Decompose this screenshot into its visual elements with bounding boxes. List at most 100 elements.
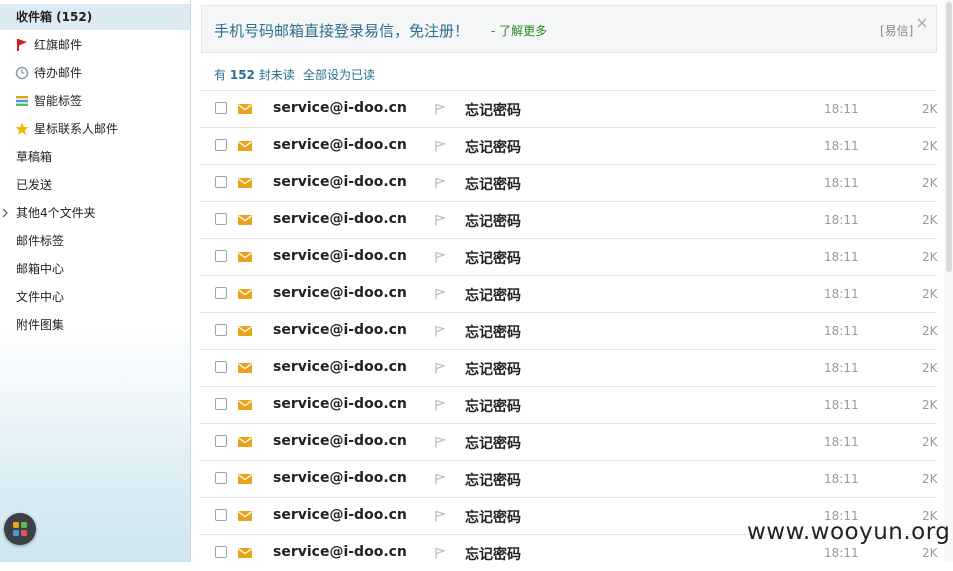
sidebar-item-todo[interactable]: 待办邮件: [0, 60, 190, 86]
email-row[interactable]: service@i-doo.cn 忘记密码 18:11 2K: [200, 423, 938, 460]
email-time: 18:11: [824, 472, 859, 486]
sidebar-item-sent[interactable]: 已发送: [0, 172, 190, 198]
sidebar-item-file-center[interactable]: 文件中心: [0, 284, 190, 310]
flag-outline-icon[interactable]: [434, 399, 446, 411]
scrollbar-thumb[interactable]: [946, 2, 952, 272]
email-subject: 忘记密码: [465, 288, 521, 304]
email-row[interactable]: service@i-doo.cn 忘记密码 18:11 2K: [200, 127, 938, 164]
email-time: 18:11: [824, 435, 859, 449]
email-time: 18:11: [824, 398, 859, 412]
email-size: 2K: [922, 435, 938, 449]
summary-prefix: 有: [214, 68, 227, 82]
email-row[interactable]: service@i-doo.cn 忘记密码 18:11 2K: [200, 201, 938, 238]
flag-outline-icon[interactable]: [434, 362, 446, 374]
flag-outline-icon[interactable]: [434, 510, 446, 522]
email-time: 18:11: [824, 287, 859, 301]
flag-outline-icon[interactable]: [434, 473, 446, 485]
flag-outline-icon[interactable]: [434, 325, 446, 337]
envelope-icon: [238, 437, 252, 447]
email-sender: service@i-doo.cn: [273, 507, 407, 523]
flag-outline-icon[interactable]: [434, 177, 446, 189]
envelope-icon: [238, 289, 252, 299]
apps-button[interactable]: [4, 513, 36, 545]
email-row[interactable]: service@i-doo.cn 忘记密码 18:11 2K: [200, 238, 938, 275]
sidebar-item-drafts[interactable]: 草稿箱: [0, 144, 190, 170]
sidebar-item-attachment-gallery[interactable]: 附件图集: [0, 312, 190, 338]
row-checkbox[interactable]: [215, 213, 227, 225]
row-checkbox[interactable]: [215, 102, 227, 114]
app-grid-icon: [13, 522, 27, 536]
row-checkbox[interactable]: [215, 398, 227, 410]
flag-outline-icon[interactable]: [434, 436, 446, 448]
sidebar-item-label: 文件中心: [16, 290, 65, 304]
sidebar-item-smart-tags[interactable]: 智能标签: [0, 88, 190, 114]
sidebar-item-label: 已发送: [16, 178, 53, 192]
sidebar-item-label: 其他4个文件夹: [16, 206, 96, 220]
sidebar-item-inbox[interactable]: 收件箱 (152): [0, 4, 190, 30]
star-icon: [15, 122, 29, 135]
email-subject: 忘记密码: [465, 140, 521, 156]
email-size: 2K: [922, 546, 938, 560]
row-checkbox[interactable]: [215, 435, 227, 447]
envelope-icon: [238, 215, 252, 225]
email-subject: 忘记密码: [465, 473, 521, 489]
row-checkbox[interactable]: [215, 361, 227, 373]
email-sender: service@i-doo.cn: [273, 359, 407, 375]
unread-count: 152: [229, 68, 255, 82]
email-row[interactable]: service@i-doo.cn 忘记密码 18:11 2K: [200, 90, 938, 127]
sidebar-item-starred-contacts[interactable]: 星标联系人邮件: [0, 116, 190, 142]
row-checkbox[interactable]: [215, 509, 227, 521]
email-sender: service@i-doo.cn: [273, 137, 407, 153]
flag-outline-icon[interactable]: [434, 140, 446, 152]
email-row[interactable]: service@i-doo.cn 忘记密码 18:11 2K: [200, 275, 938, 312]
email-subject: 忘记密码: [465, 510, 521, 526]
banner-tag: [易信]: [880, 24, 914, 38]
flag-outline-icon[interactable]: [434, 103, 446, 115]
envelope-icon: [238, 548, 252, 558]
chevron-right-icon[interactable]: [2, 208, 8, 218]
email-row[interactable]: service@i-doo.cn 忘记密码 18:11 2K: [200, 460, 938, 497]
sidebar-item-mailbox-center[interactable]: 邮箱中心: [0, 256, 190, 282]
email-size: 2K: [922, 102, 938, 116]
email-list: service@i-doo.cn 忘记密码 18:11 2K service@i-doo…: [200, 90, 938, 571]
row-checkbox[interactable]: [215, 287, 227, 299]
email-subject: 忘记密码: [465, 177, 521, 193]
row-checkbox[interactable]: [215, 546, 227, 558]
email-size: 2K: [922, 213, 938, 227]
row-checkbox[interactable]: [215, 250, 227, 262]
email-time: 18:11: [824, 324, 859, 338]
email-subject: 忘记密码: [465, 214, 521, 230]
row-checkbox[interactable]: [215, 176, 227, 188]
mark-all-read-link[interactable]: 全部设为已读: [303, 66, 375, 83]
email-sender: service@i-doo.cn: [273, 470, 407, 486]
email-size: 2K: [922, 176, 938, 190]
email-row[interactable]: service@i-doo.cn 忘记密码 18:11 2K: [200, 386, 938, 423]
email-row[interactable]: service@i-doo.cn 忘记密码 18:11 2K: [200, 312, 938, 349]
email-subject: 忘记密码: [465, 436, 521, 452]
email-subject: 忘记密码: [465, 399, 521, 415]
banner-text: 手机号码邮箱直接登录易信，免注册！: [214, 22, 470, 40]
email-size: 2K: [922, 250, 938, 264]
learn-more-link[interactable]: - 了解更多: [491, 22, 547, 39]
row-checkbox[interactable]: [215, 472, 227, 484]
sidebar-item-label: 智能标签: [34, 94, 83, 108]
sidebar-item-mail-tags[interactable]: 邮件标签: [0, 228, 190, 254]
flag-outline-icon[interactable]: [434, 288, 446, 300]
email-row[interactable]: service@i-doo.cn 忘记密码 18:11 2K: [200, 349, 938, 386]
flag-outline-icon[interactable]: [434, 547, 446, 559]
watermark: www.wooyun.org: [747, 519, 951, 545]
sidebar-item-red-flag[interactable]: 红旗邮件: [0, 32, 190, 58]
sidebar-item-other-folders[interactable]: 其他4个文件夹: [0, 200, 190, 226]
flag-outline-icon[interactable]: [434, 251, 446, 263]
sidebar-item-label: 邮箱中心: [16, 262, 65, 276]
sidebar-item-label: 收件箱 (152): [16, 10, 93, 24]
email-sender: service@i-doo.cn: [273, 433, 407, 449]
email-subject: 忘记密码: [465, 103, 521, 119]
email-time: 18:11: [824, 102, 859, 116]
flag-outline-icon[interactable]: [434, 214, 446, 226]
row-checkbox[interactable]: [215, 324, 227, 336]
email-row[interactable]: service@i-doo.cn 忘记密码 18:11 2K: [200, 164, 938, 201]
row-checkbox[interactable]: [215, 139, 227, 151]
close-icon[interactable]: [916, 17, 928, 29]
email-subject: 忘记密码: [465, 547, 521, 563]
